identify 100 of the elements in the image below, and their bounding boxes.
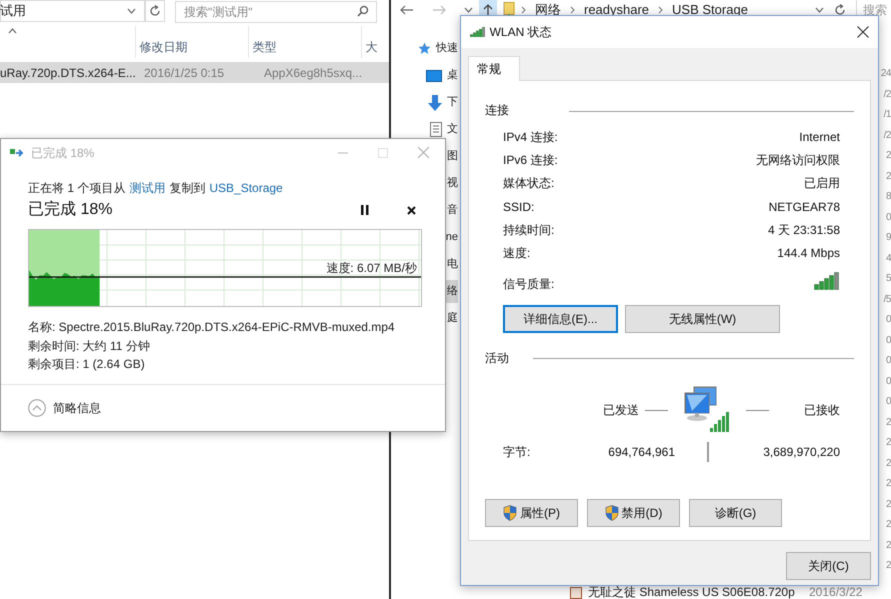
column-header[interactable]: 修改日期 bbox=[134, 26, 248, 58]
file-type: AppX6eg8h5sxq... bbox=[264, 64, 364, 82]
dialog-button[interactable]: 属性(P) bbox=[485, 498, 578, 527]
dialog-button[interactable]: 详细信息(E)... bbox=[503, 304, 618, 333]
dialog-button[interactable]: 诊断(G) bbox=[689, 498, 782, 527]
date-cell-text: 4 bbox=[886, 252, 891, 266]
breadcrumb-separator-icon bbox=[658, 6, 664, 14]
folder-icon bbox=[503, 2, 515, 18]
pause-icon[interactable] bbox=[361, 205, 369, 215]
recent-locations-icon bbox=[464, 7, 473, 13]
signal-strength-icon bbox=[814, 272, 840, 290]
date-cell-text: 8 bbox=[886, 190, 891, 204]
speed-label: 速度: 6.07 MB/秒 bbox=[326, 260, 417, 277]
date-cell-text: 2 bbox=[886, 559, 891, 573]
section-heading: 活动 bbox=[485, 350, 509, 367]
bytes-sent: 694,764,961 bbox=[607, 444, 675, 461]
date-cell-text: 24 bbox=[880, 67, 891, 81]
file-date: 2016/3/22 bbox=[809, 586, 862, 599]
bytes-received: 3,689,970,220 bbox=[763, 444, 840, 461]
property-label: 媒体状态: bbox=[503, 175, 554, 192]
collapse-details-button[interactable]: 简略信息 bbox=[28, 399, 101, 417]
date-cell-text: /1 bbox=[884, 108, 891, 122]
address-field[interactable]: 试用 bbox=[0, 0, 145, 22]
nav-item[interactable]: 文 bbox=[392, 118, 458, 141]
nav-item[interactable]: 桌 bbox=[392, 64, 458, 87]
file-row[interactable]: uRay.720p.DTS.x264-E... 2016/1/25 0:15 AppX6eg8h5sxq... bbox=[0, 62, 389, 83]
property-value: 已启用 bbox=[804, 175, 840, 192]
property-value: 无网络访问权限 bbox=[756, 152, 840, 169]
copy-icon bbox=[10, 148, 25, 158]
search-field[interactable]: 搜索 bbox=[863, 1, 891, 19]
date-cell-text: 2 bbox=[886, 149, 891, 163]
property-value: NETGEAR78 bbox=[768, 198, 840, 216]
dialog-button[interactable]: 禁用(D) bbox=[587, 498, 680, 527]
date-cell-text: 2 bbox=[886, 538, 891, 552]
transfer-detail: 剩余时间: 大约 11 分钟 bbox=[28, 338, 151, 354]
window-title: WLAN 状态 bbox=[490, 24, 552, 41]
date-cell-text: 0 bbox=[886, 374, 891, 388]
up-arrow-icon bbox=[483, 4, 493, 16]
date-cell-text: 2 bbox=[886, 456, 891, 470]
property-label: 持续时间: bbox=[503, 222, 554, 239]
tab[interactable]: 常规 bbox=[468, 56, 520, 81]
refresh-button[interactable] bbox=[145, 0, 165, 22]
nav-item[interactable]: 下 bbox=[392, 91, 458, 114]
date-cell-text: 0 bbox=[886, 334, 891, 348]
property-label: 信号质量: bbox=[503, 276, 554, 293]
sent-label: 已发送 bbox=[603, 402, 639, 419]
refresh-icon[interactable] bbox=[149, 5, 161, 17]
chevron-up-circle-icon bbox=[28, 399, 46, 417]
breadcrumb-separator-icon bbox=[570, 6, 575, 14]
desktop-icon bbox=[426, 70, 442, 82]
breadcrumb-separator-icon bbox=[521, 6, 526, 14]
video-file-icon bbox=[570, 586, 582, 598]
date-cell-text: 0 bbox=[886, 210, 891, 224]
close-icon[interactable] bbox=[857, 26, 869, 38]
property-value: Internet bbox=[799, 128, 840, 146]
date-cell-text: 0 bbox=[886, 395, 891, 409]
property-label: IPv4 连接: bbox=[503, 128, 558, 146]
sort-ascending-icon bbox=[8, 28, 17, 34]
close-button[interactable]: 关闭(C) bbox=[786, 552, 871, 580]
date-cell-text: /2 bbox=[884, 88, 891, 102]
refresh-icon[interactable] bbox=[834, 4, 846, 16]
address-dropdown-icon bbox=[815, 7, 824, 13]
section-heading: 连接 bbox=[485, 102, 509, 119]
date-cell-text: /5 bbox=[884, 292, 891, 306]
cancel-icon[interactable] bbox=[407, 206, 416, 214]
speed-history-area bbox=[29, 270, 100, 306]
date-cell-text: 2 bbox=[886, 416, 891, 430]
source-folder-link[interactable]: 测试用 bbox=[129, 179, 166, 197]
date-cell-text: 2 bbox=[886, 498, 891, 512]
star-icon bbox=[418, 42, 431, 55]
copy-message: 复制到 bbox=[169, 180, 206, 197]
date-cell-text: 9 bbox=[886, 231, 891, 245]
download-arrow-icon bbox=[428, 94, 442, 110]
date-cell-text: 0 bbox=[886, 354, 891, 368]
dialog-button[interactable]: 无线属性(W) bbox=[625, 304, 780, 333]
bytes-label: 字节: bbox=[503, 444, 532, 461]
shield-icon bbox=[503, 504, 517, 521]
shield-icon bbox=[604, 504, 619, 521]
column-header[interactable]: 类型 bbox=[248, 26, 361, 58]
date-cell-text: 2 bbox=[886, 170, 891, 184]
date-cell-text: 2 bbox=[886, 518, 891, 532]
date-cell-text: 5 bbox=[886, 272, 891, 286]
column-header[interactable]: 大 bbox=[360, 26, 389, 58]
date-cell-text: /2 bbox=[884, 128, 891, 142]
file-name: 无耻之徒 Shameless US S06E08.720p bbox=[588, 586, 796, 599]
transfer-detail: 名称: Spectre.2015.BluRay.720p.DTS.x264-EPiC-RMVB-muxed.mp4 bbox=[28, 319, 396, 336]
property-value: 144.4 Mbps bbox=[777, 245, 840, 262]
back-arrow-icon[interactable] bbox=[400, 5, 414, 15]
wifi-signal-icon bbox=[470, 26, 486, 38]
copy-message: 正在将 1 个项目从 bbox=[28, 180, 126, 197]
chevron-down-icon bbox=[127, 8, 136, 14]
destination-folder-link[interactable]: USB_Storage bbox=[209, 179, 283, 197]
nav-item[interactable]: 快速 bbox=[392, 37, 458, 60]
network-computers-icon bbox=[682, 384, 732, 433]
date-cell-text: 2 bbox=[886, 477, 891, 491]
date-cell-text: 2 bbox=[886, 436, 891, 450]
search-field[interactable]: 搜索"测试用" bbox=[175, 1, 377, 23]
property-value: 4 天 23:31:58 bbox=[768, 222, 840, 239]
file-date: 2016/1/25 0:15 bbox=[144, 64, 226, 82]
file-name: uRay.720p.DTS.x264-E... bbox=[0, 64, 137, 82]
